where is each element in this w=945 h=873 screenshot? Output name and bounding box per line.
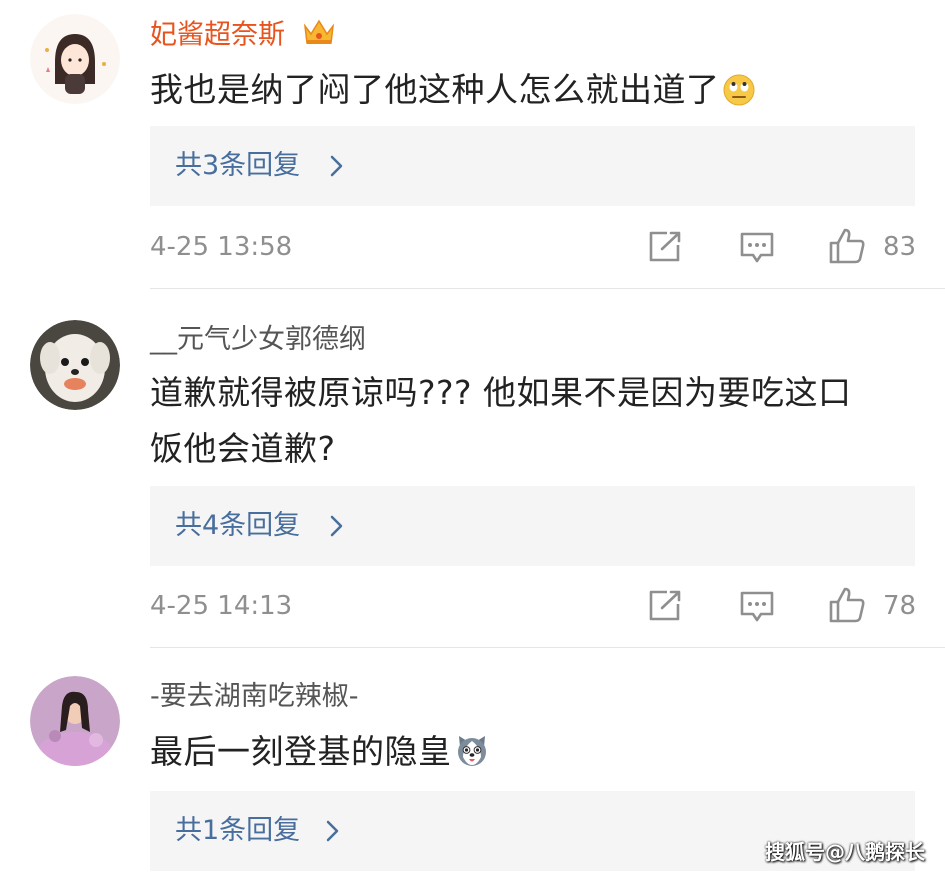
divider xyxy=(150,647,945,648)
replies-label[interactable]: 共4条回复 xyxy=(175,486,300,566)
replies-label[interactable]: 共1条回复 xyxy=(175,791,300,871)
chevron-right-icon xyxy=(328,153,346,183)
comment-text-line: 饭他会道歉? xyxy=(150,429,336,468)
crown-vip-icon xyxy=(302,16,336,56)
avatar[interactable] xyxy=(30,14,120,104)
comment-text: 我也是纳了闷了他这种人怎么就出道了 xyxy=(150,62,915,124)
comment-text: 最后一刻登基的隐皇 xyxy=(150,724,915,786)
like-icon[interactable] xyxy=(828,227,866,269)
username[interactable]: -要去湖南吃辣椒- xyxy=(150,679,359,715)
timestamp: 4-25 14:13 xyxy=(150,591,293,621)
replies-label[interactable]: 共3条回复 xyxy=(175,126,300,206)
comment-text-line: 道歉就得被原谅吗??? 他如果不是因为要吃这口 xyxy=(150,373,852,412)
username[interactable]: __元气少女郭德纲 xyxy=(150,322,366,358)
timestamp: 4-25 13:58 xyxy=(150,232,293,262)
username-text[interactable]: -要去湖南吃辣椒- xyxy=(150,681,359,712)
eye-roll-emoji xyxy=(722,68,756,124)
comment-icon[interactable] xyxy=(739,589,775,629)
husky-dog-emoji xyxy=(454,730,490,786)
replies-link[interactable]: 共3条回复 xyxy=(150,126,915,206)
avatar[interactable] xyxy=(30,320,120,410)
share-icon[interactable] xyxy=(647,230,683,268)
avatar[interactable] xyxy=(30,676,120,766)
comment-text-content: 最后一刻登基的隐皇 xyxy=(150,732,452,771)
watermark: 搜狐号@八鹅探长 xyxy=(765,840,925,864)
username-text[interactable]: __元气少女郭德纲 xyxy=(150,324,366,355)
divider xyxy=(150,288,945,289)
comment-text-content: 我也是纳了闷了他这种人怎么就出道了 xyxy=(150,70,720,109)
username[interactable]: 妃酱超奈斯 xyxy=(150,16,336,56)
like-icon[interactable] xyxy=(828,586,866,628)
username-text[interactable]: 妃酱超奈斯 xyxy=(150,20,285,51)
like-count: 78 xyxy=(883,591,917,621)
chevron-right-icon xyxy=(328,513,346,543)
share-icon[interactable] xyxy=(647,589,683,627)
comment-text: 道歉就得被原谅吗??? 他如果不是因为要吃这口 饭他会道歉? xyxy=(150,365,915,477)
replies-link[interactable]: 共4条回复 xyxy=(150,486,915,566)
comment-icon[interactable] xyxy=(739,230,775,270)
chevron-right-icon xyxy=(324,818,342,848)
like-count: 83 xyxy=(883,232,917,262)
